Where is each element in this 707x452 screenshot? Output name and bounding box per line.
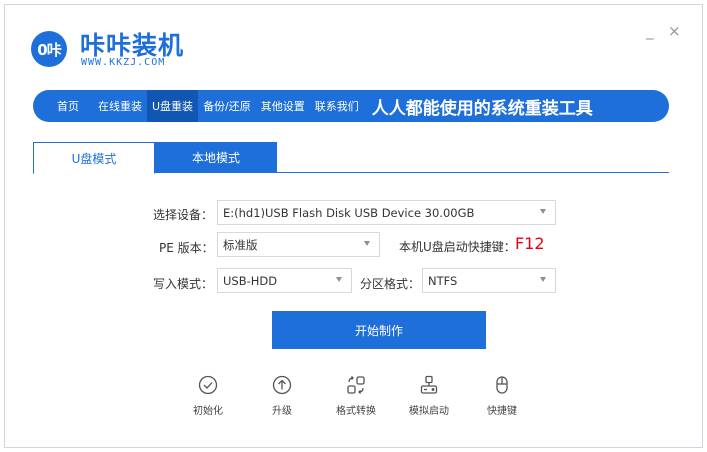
close-button[interactable]: × bbox=[668, 22, 681, 40]
tool-hotkeys[interactable]: 快捷键 bbox=[470, 374, 534, 417]
app-url: WWW.KKZJ.COM bbox=[81, 57, 166, 68]
chevron-down-icon bbox=[540, 209, 546, 214]
chevron-down-icon bbox=[364, 241, 370, 246]
device-select[interactable]: E:(hd1)USB Flash Disk USB Device 30.00GB bbox=[217, 200, 556, 225]
partition-format-select[interactable]: NTFS bbox=[422, 268, 556, 293]
logo-text: 0咔 bbox=[37, 40, 61, 59]
upgrade-arrow-icon bbox=[272, 375, 292, 395]
check-circle-icon bbox=[198, 375, 218, 395]
pe-version-value: 标准版 bbox=[223, 237, 258, 252]
write-mode-select[interactable]: USB-HDD bbox=[217, 268, 352, 293]
nav-slogan: 人人都能使用的系统重装工具 bbox=[371, 98, 593, 119]
tool-format-convert[interactable]: 格式转换 bbox=[324, 374, 388, 417]
tool-initialize[interactable]: 初始化 bbox=[176, 374, 240, 417]
format-convert-icon bbox=[347, 376, 365, 394]
minimize-button[interactable]: _ bbox=[646, 22, 654, 40]
tool-upgrade-label: 升级 bbox=[272, 406, 292, 417]
tab-usb-mode[interactable]: U盘模式 bbox=[33, 142, 155, 174]
device-select-value: E:(hd1)USB Flash Disk USB Device 30.00GB bbox=[223, 205, 475, 220]
tool-simulate-boot[interactable]: 模拟启动 bbox=[397, 374, 461, 417]
simulate-boot-icon bbox=[420, 375, 438, 394]
mouse-icon bbox=[496, 376, 508, 394]
pe-version-label: PE 版本： bbox=[159, 241, 214, 255]
tool-upgrade[interactable]: 升级 bbox=[250, 374, 314, 417]
partition-format-value: NTFS bbox=[428, 273, 458, 288]
device-label: 选择设备： bbox=[153, 208, 214, 222]
start-create-button[interactable]: 开始制作 bbox=[272, 311, 486, 349]
nav-item-online-reinstall[interactable]: 在线重装 bbox=[93, 90, 147, 122]
partition-format-label: 分区格式： bbox=[360, 277, 421, 291]
main-nav: 首页 在线重装 U盘重装 备份/还原 其他设置 联系我们 人人都能使用的系统重装… bbox=[33, 90, 669, 122]
boot-hotkey-label: 本机U盘启动快捷键： bbox=[399, 240, 516, 254]
nav-item-other-settings[interactable]: 其他设置 bbox=[256, 90, 310, 122]
nav-item-home[interactable]: 首页 bbox=[52, 90, 93, 122]
nav-item-backup-restore[interactable]: 备份/还原 bbox=[198, 90, 256, 122]
nav-item-usb-reinstall[interactable]: U盘重装 bbox=[147, 90, 199, 122]
app-logo: 0咔 bbox=[31, 31, 67, 67]
chevron-down-icon bbox=[540, 277, 546, 282]
tool-hotkeys-label: 快捷键 bbox=[487, 406, 517, 417]
write-mode-value: USB-HDD bbox=[223, 273, 278, 288]
chevron-down-icon bbox=[336, 277, 342, 282]
mode-tabs: U盘模式 本地模式 bbox=[33, 142, 669, 174]
tool-format-convert-label: 格式转换 bbox=[336, 406, 376, 417]
write-mode-label: 写入模式： bbox=[153, 277, 214, 291]
pe-version-select[interactable]: 标准版 bbox=[217, 232, 380, 257]
nav-item-contact-us[interactable]: 联系我们 bbox=[310, 90, 364, 122]
boot-hotkey-value: F12 bbox=[515, 234, 545, 253]
tool-simulate-boot-label: 模拟启动 bbox=[409, 406, 449, 417]
tool-initialize-label: 初始化 bbox=[193, 406, 223, 417]
tab-local-mode[interactable]: 本地模式 bbox=[155, 142, 277, 173]
